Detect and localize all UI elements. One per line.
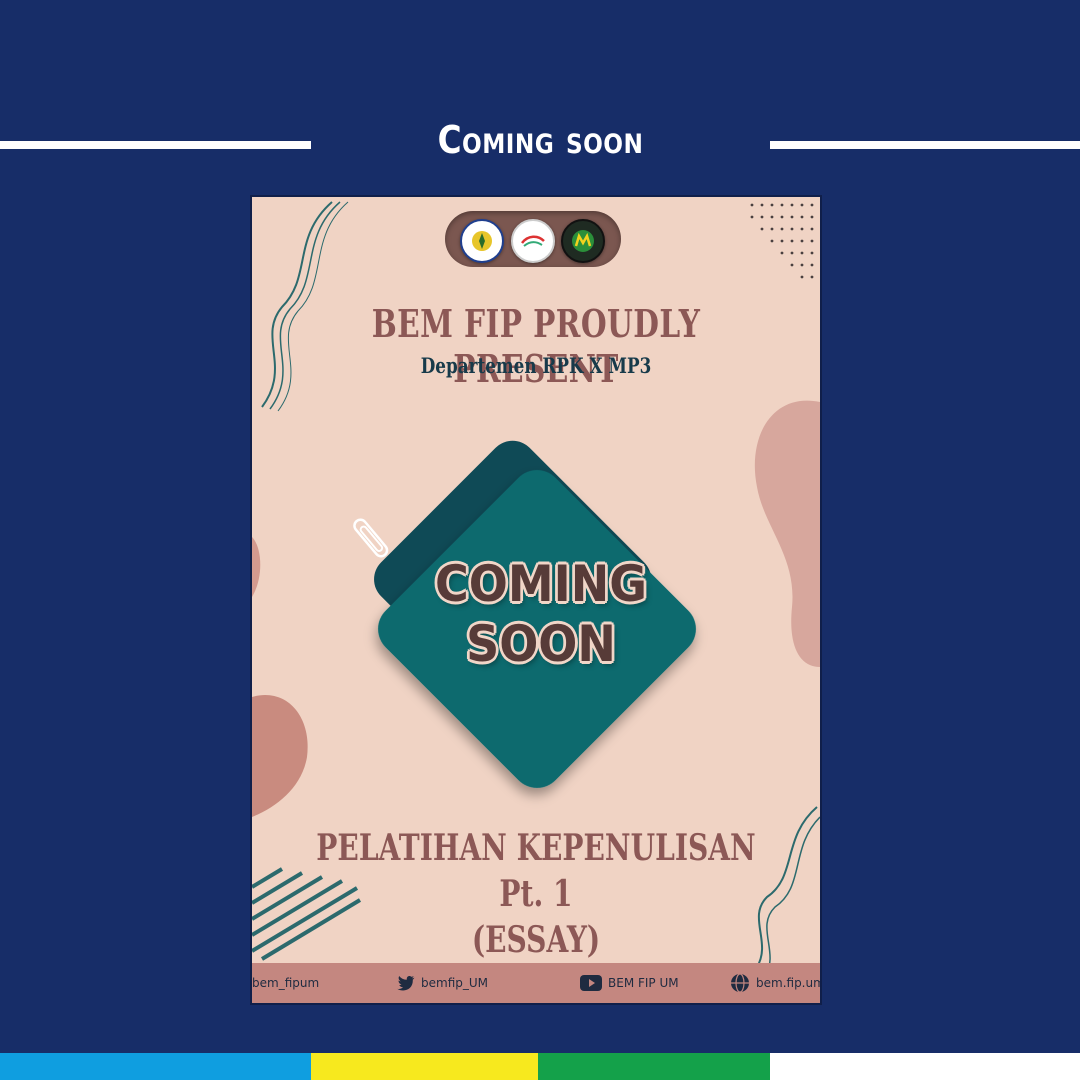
logo-strip [445, 211, 621, 267]
event-title-line-2: (ESSAY) [471, 919, 601, 961]
footer-twitter: bemfip_UM [397, 963, 488, 1003]
bem-logo [511, 219, 555, 263]
blob-right [754, 400, 820, 667]
mp3-logo [561, 219, 605, 263]
event-poster: BEM FIP PROUDLY PRESENT Departemen RPK X… [252, 197, 820, 1003]
color-strip-blue [0, 1053, 311, 1080]
blob-left-bottom [252, 695, 308, 817]
color-strip-green [538, 1053, 770, 1080]
paperclip-icon [353, 518, 389, 558]
header-rule-left [0, 141, 311, 149]
poster-footer: bem_fipum bemfip_UM BEM FIP UM bem.fip.u… [252, 963, 820, 1003]
youtube-icon [580, 975, 602, 991]
globe-icon [730, 973, 750, 993]
page-title: Coming soon [437, 118, 644, 162]
color-strip-white [770, 1053, 1080, 1080]
dot-grid [750, 203, 814, 279]
card-coming-soon: COMING SOON [408, 554, 675, 674]
event-title-line-1: PELATIHAN KEPENULISAN Pt. 1 [316, 827, 756, 915]
department-subtitle: Departemen RPK X MP3 [420, 353, 652, 378]
card-line-1: COMING [434, 555, 648, 613]
squiggle-bottom-right [756, 806, 818, 968]
event-title: PELATIHAN KEPENULISAN Pt. 1 (ESSAY) [314, 825, 757, 963]
instagram-handle: bem_fipum [252, 976, 320, 990]
footer-website: bem.fip.um.ac [730, 963, 820, 1003]
header-rule-right [770, 141, 1080, 149]
youtube-channel: BEM FIP UM [608, 976, 679, 990]
color-strip-yellow [311, 1053, 538, 1080]
twitter-icon [397, 975, 415, 991]
blob-left-mid [252, 537, 261, 597]
footer-instagram: bem_fipum [252, 963, 319, 1003]
university-logo [460, 219, 504, 263]
website-url: bem.fip.um.ac [756, 976, 820, 990]
card-line-2: SOON [466, 615, 616, 673]
footer-youtube: BEM FIP UM [580, 963, 679, 1003]
twitter-handle: bemfip_UM [421, 976, 489, 990]
